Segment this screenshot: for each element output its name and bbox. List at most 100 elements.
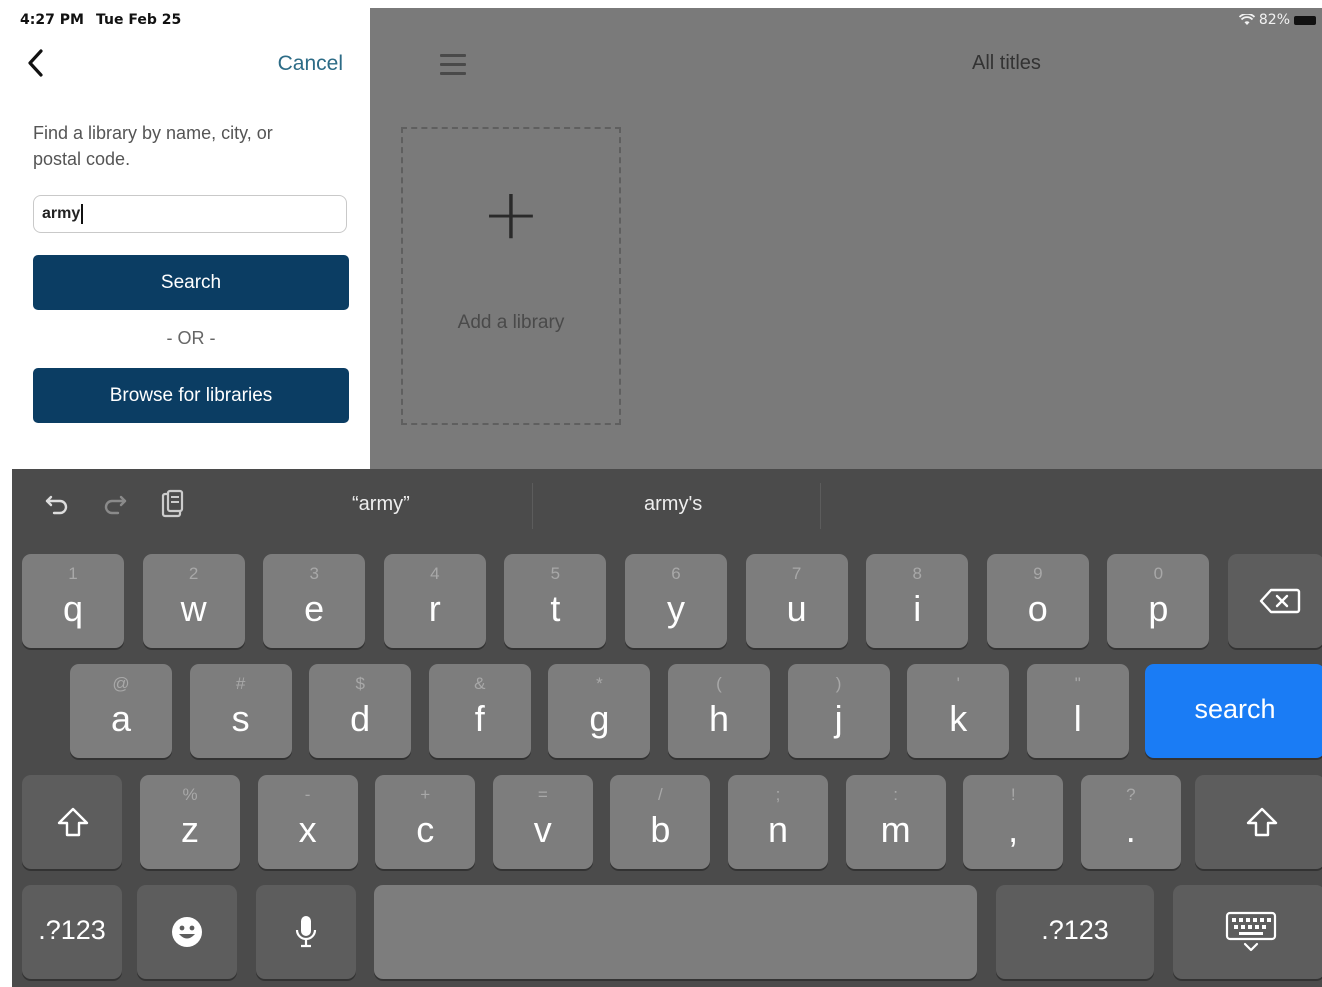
add-library-card[interactable]: + Add a library bbox=[401, 127, 621, 425]
key-q[interactable]: 1q bbox=[22, 554, 124, 648]
key-main-label: l bbox=[1073, 698, 1082, 739]
backspace-key[interactable] bbox=[1228, 554, 1322, 648]
search-key-label: search bbox=[1194, 694, 1276, 724]
emoji-key[interactable] bbox=[137, 885, 237, 979]
key-s[interactable]: # s bbox=[189, 664, 292, 758]
key-period[interactable]: ?. bbox=[1080, 775, 1181, 869]
key-alt-label: ( bbox=[716, 674, 722, 693]
key-k[interactable]: ' k bbox=[907, 664, 1010, 758]
space-bar[interactable] bbox=[374, 885, 977, 979]
key-alt-label: : bbox=[893, 785, 898, 804]
hamburger-menu-icon[interactable] bbox=[440, 54, 466, 76]
key-t[interactable]: 5t bbox=[504, 554, 607, 648]
chevron-left-icon bbox=[28, 49, 43, 77]
key-main-label: r bbox=[428, 588, 441, 629]
numbers-key-label: .?123 bbox=[1041, 915, 1109, 945]
cancel-button[interactable]: Cancel bbox=[278, 52, 343, 76]
key-alt-label: 4 bbox=[430, 564, 440, 583]
key-main-label: o bbox=[1027, 588, 1048, 629]
paste-icon[interactable] bbox=[158, 489, 188, 519]
key-l[interactable]: " l bbox=[1026, 664, 1129, 758]
back-button[interactable] bbox=[26, 48, 50, 82]
shift-icon bbox=[57, 807, 89, 837]
key-n[interactable]: ; n bbox=[728, 775, 828, 869]
numbers-key-label: .?123 bbox=[38, 915, 106, 945]
key-alt-label: 1 bbox=[68, 564, 78, 583]
undo-icon[interactable] bbox=[42, 489, 72, 519]
numbers-key-left[interactable]: .?123 bbox=[22, 885, 122, 979]
key-main-label: a bbox=[110, 698, 132, 739]
key-main-label: i bbox=[913, 588, 922, 629]
battery-percent: 82% bbox=[1258, 12, 1290, 28]
numbers-key-right[interactable]: .?123 bbox=[996, 885, 1154, 979]
key-alt-label: 5 bbox=[550, 564, 561, 583]
add-library-label: Add a library bbox=[457, 312, 565, 333]
key-alt-label: 2 bbox=[188, 564, 199, 583]
backspace-icon bbox=[1259, 588, 1301, 614]
key-a[interactable]: @ a bbox=[70, 664, 172, 758]
key-r[interactable]: 4r bbox=[383, 554, 486, 648]
key-j[interactable]: ) j bbox=[787, 664, 890, 758]
key-y[interactable]: 6y bbox=[625, 554, 727, 648]
key-u[interactable]: 7u bbox=[745, 554, 848, 648]
key-x[interactable]: -x bbox=[257, 775, 358, 869]
key-alt-label: % bbox=[182, 785, 198, 804]
dictation-key[interactable] bbox=[256, 885, 356, 979]
key-i[interactable]: 8i bbox=[866, 554, 969, 648]
or-divider: - OR - bbox=[166, 328, 216, 348]
key-main-label: w bbox=[180, 588, 207, 629]
shift-icon bbox=[1246, 807, 1278, 837]
suggestion-possessive[interactable]: army's bbox=[644, 493, 702, 516]
emoji-icon bbox=[172, 917, 202, 947]
key-alt-label: * bbox=[596, 674, 603, 693]
key-b[interactable]: / b bbox=[610, 775, 711, 869]
key-main-label: , bbox=[1008, 809, 1019, 850]
key-main-label: b bbox=[650, 809, 671, 850]
key-alt-label: @ bbox=[112, 674, 130, 693]
key-d[interactable]: $ d bbox=[309, 664, 412, 758]
library-search-input[interactable]: army bbox=[33, 195, 347, 233]
ipad-screen: 4:27 PM Tue Feb 25 82% Cancel Find a lib… bbox=[12, 8, 1322, 987]
key-main-label: j bbox=[834, 698, 843, 739]
key-m[interactable]: :m bbox=[845, 775, 946, 869]
shift-key-right[interactable] bbox=[1195, 775, 1322, 869]
key-main-label: v bbox=[533, 809, 552, 850]
browse-libraries-button[interactable]: Browse for libraries bbox=[33, 368, 349, 423]
key-e[interactable]: 3e bbox=[263, 554, 366, 648]
shift-key-left[interactable] bbox=[22, 775, 122, 869]
status-time: 4:27 PM bbox=[20, 12, 84, 28]
suggestion-quoted[interactable]: “army” bbox=[352, 493, 410, 516]
key-alt-label: ; bbox=[775, 785, 781, 804]
search-key[interactable]: search bbox=[1145, 664, 1322, 758]
key-c[interactable]: + c bbox=[375, 775, 476, 869]
key-main-label: h bbox=[708, 698, 730, 739]
key-main-label: u bbox=[786, 588, 807, 629]
suggestion-separator bbox=[820, 483, 821, 529]
key-f[interactable]: & f bbox=[428, 664, 531, 758]
key-p[interactable]: 0p bbox=[1107, 554, 1210, 648]
key-main-label: q bbox=[62, 588, 84, 629]
key-v[interactable]: = v bbox=[492, 775, 593, 869]
search-button[interactable]: Search bbox=[33, 255, 349, 310]
key-alt-label: + bbox=[420, 785, 431, 804]
key-main-label: g bbox=[589, 698, 610, 739]
status-date: Tue Feb 25 bbox=[96, 12, 182, 28]
battery-icon bbox=[1294, 15, 1316, 25]
key-z[interactable]: % z bbox=[140, 775, 240, 869]
key-alt-label: ' bbox=[956, 674, 960, 693]
key-o[interactable]: 9o bbox=[986, 554, 1089, 648]
key-g[interactable]: * g bbox=[548, 664, 651, 758]
key-comma[interactable]: !, bbox=[963, 775, 1064, 869]
key-alt-label: $ bbox=[355, 674, 365, 693]
key-w[interactable]: 2w bbox=[142, 554, 245, 648]
onscreen-keyboard: “army” army's 1q2w3e4r5t6y7u8i9o0p @ a # s $… bbox=[12, 469, 1322, 987]
dismiss-keyboard-key[interactable] bbox=[1173, 885, 1322, 979]
key-h[interactable]: (h bbox=[668, 664, 770, 758]
find-library-panel: Cancel Find a library by name, city, or … bbox=[12, 8, 370, 469]
keyboard-dismiss-icon bbox=[1225, 911, 1277, 952]
redo-icon[interactable] bbox=[100, 489, 130, 519]
key-alt-label: 3 bbox=[309, 564, 319, 583]
key-alt-label: ! bbox=[1010, 785, 1016, 804]
key-alt-label: ) bbox=[835, 674, 842, 693]
plus-icon: + bbox=[481, 173, 541, 255]
